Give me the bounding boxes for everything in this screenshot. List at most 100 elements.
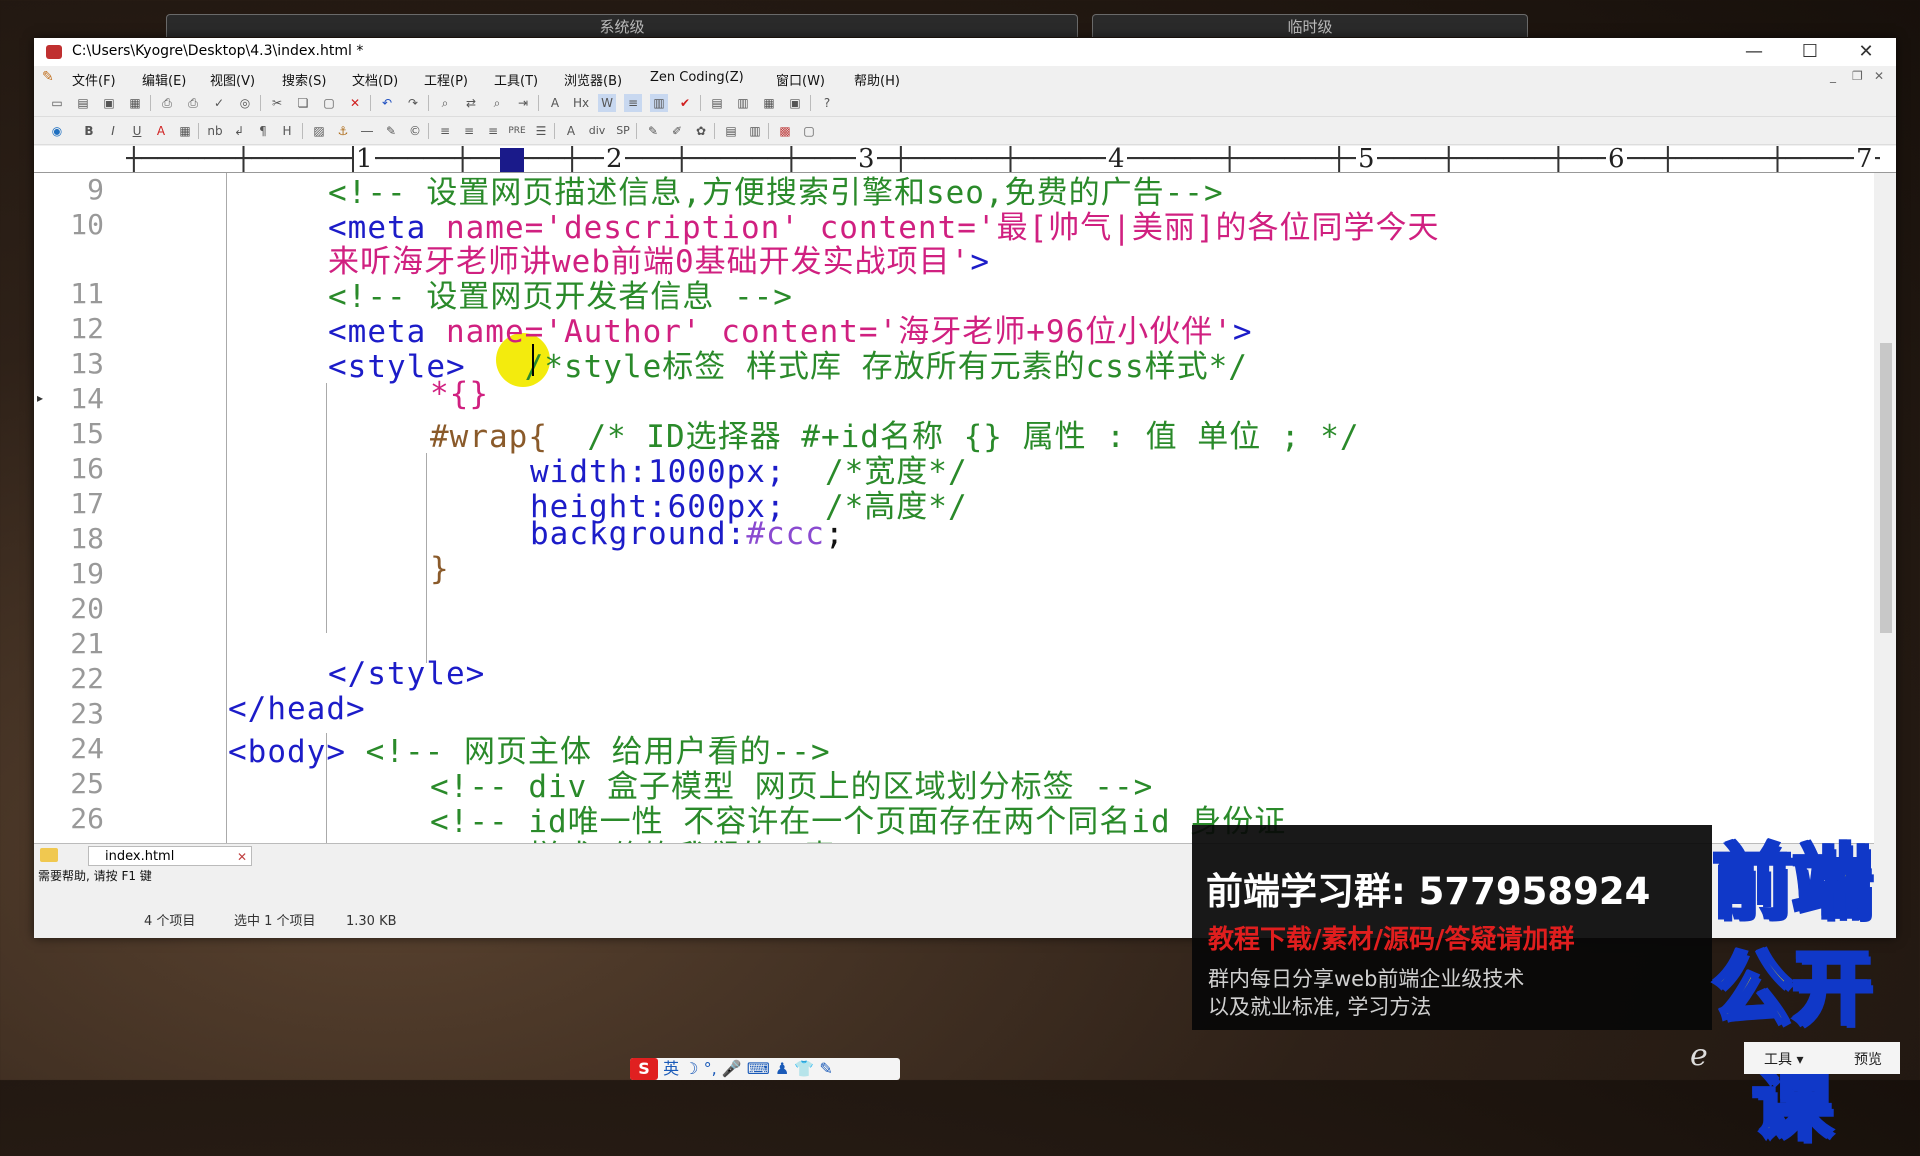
- menu-project[interactable]: 工程(P): [424, 70, 468, 89]
- frame-icon[interactable]: ▢: [800, 122, 818, 140]
- print-icon[interactable]: ⎙: [184, 94, 202, 112]
- code-line-19: }: [430, 551, 450, 587]
- hex-icon[interactable]: Hx: [572, 94, 590, 112]
- italic-icon[interactable]: I: [104, 122, 122, 140]
- mdi-minimize-button[interactable]: _: [1830, 69, 1836, 83]
- close-icon[interactable]: ✕: [237, 847, 247, 867]
- menu-file[interactable]: 文件(F): [72, 70, 116, 89]
- align-right-icon[interactable]: ≡: [484, 122, 502, 140]
- find-icon[interactable]: ⌕: [436, 94, 454, 112]
- save-all-icon[interactable]: ▦: [126, 94, 144, 112]
- code-editor[interactable]: 9 10 11 12 13 14 15 16 17 18 19 20 21 22…: [34, 173, 1874, 843]
- menu-tools[interactable]: 工具(T): [494, 70, 538, 89]
- checkmark-icon[interactable]: ✔: [676, 94, 694, 112]
- new-file-icon[interactable]: ▭: [48, 94, 66, 112]
- menu-zen-coding[interactable]: Zen Coding(Z): [650, 70, 744, 85]
- redo-icon[interactable]: ↷: [404, 94, 422, 112]
- preview-icon[interactable]: ◎: [236, 94, 254, 112]
- menu-search[interactable]: 搜索(S): [282, 70, 326, 89]
- vertical-scrollbar[interactable]: [1876, 173, 1896, 893]
- font-color-icon[interactable]: A: [152, 122, 170, 140]
- menu-help[interactable]: 帮助(H): [854, 70, 900, 89]
- title-bar: C:\Users\Kyogre\Desktop\4.3\index.html *…: [34, 38, 1896, 66]
- replace-icon[interactable]: ⇄: [462, 94, 480, 112]
- code-token: <body>: [228, 734, 346, 770]
- ruler-number: 5: [1356, 146, 1377, 173]
- table-icon[interactable]: ▤: [722, 122, 740, 140]
- css-icon[interactable]: ✿: [692, 122, 710, 140]
- copy-icon[interactable]: ❏: [294, 94, 312, 112]
- underline-icon[interactable]: U: [128, 122, 146, 140]
- menu-document[interactable]: 文档(D): [352, 70, 398, 89]
- color-picker-icon[interactable]: ▩: [776, 122, 794, 140]
- image-icon[interactable]: ▨: [310, 122, 328, 140]
- paragraph-icon[interactable]: ¶: [254, 122, 272, 140]
- close-button[interactable]: ✕: [1838, 38, 1894, 66]
- line-numbers-icon[interactable]: ≡: [624, 94, 642, 112]
- cut-icon[interactable]: ✂: [268, 94, 286, 112]
- ruler-icon[interactable]: ▥: [650, 94, 668, 112]
- table-wizard-icon[interactable]: ▥: [746, 122, 764, 140]
- delete-icon[interactable]: ✕: [346, 94, 364, 112]
- anchor-icon[interactable]: ⚓: [334, 122, 352, 140]
- line-number: 18: [70, 522, 104, 555]
- folder-icon[interactable]: [40, 848, 58, 862]
- preview-button[interactable]: 预览: [1854, 1049, 1882, 1069]
- edit-icon[interactable]: ✎: [382, 122, 400, 140]
- menu-browser[interactable]: 浏览器(B): [564, 70, 622, 89]
- line-number: 16: [70, 452, 104, 485]
- ie-browser-icon[interactable]: e: [1690, 1038, 1730, 1074]
- code-line-18: background:#ccc;: [530, 516, 845, 552]
- ime-logo-icon[interactable]: S: [630, 1058, 658, 1080]
- mdi-close-button[interactable]: ✕: [1874, 69, 1884, 83]
- line-number: 12: [70, 312, 104, 345]
- hr-icon[interactable]: ―: [358, 122, 376, 140]
- tools-dropdown[interactable]: 工具 ▾: [1764, 1049, 1803, 1069]
- highlighter-icon[interactable]: ✐: [668, 122, 686, 140]
- comment-icon[interactable]: ©: [406, 122, 424, 140]
- list-icon[interactable]: ☰: [532, 122, 550, 140]
- selected-count: 选中 1 个项目: [234, 914, 316, 929]
- find-files-icon[interactable]: ⌕: [488, 94, 506, 112]
- font-icon[interactable]: A: [546, 94, 564, 112]
- maximize-button[interactable]: ☐: [1782, 38, 1838, 66]
- minimize-button[interactable]: —: [1726, 38, 1782, 66]
- window-list-icon[interactable]: ▦: [760, 94, 778, 112]
- align-left-icon[interactable]: ≡: [436, 122, 454, 140]
- menu-view[interactable]: 视图(V): [210, 70, 255, 89]
- promo-highlight: 教程下载/素材/源码/答疑请加群: [1208, 925, 1575, 955]
- wordwrap-icon[interactable]: W: [598, 94, 616, 112]
- scrollbar-thumb[interactable]: [1880, 343, 1892, 633]
- globe-icon[interactable]: ◉: [48, 122, 66, 140]
- ime-status[interactable]: 英 ☽ °, 🎤 ⌨ ♟ 👕 ✎: [663, 1059, 833, 1078]
- window-fullscreen-icon[interactable]: ▣: [786, 94, 804, 112]
- desktop-tab-temp: 临时级: [1092, 14, 1528, 37]
- tab-index-html[interactable]: index.html ✕: [88, 846, 252, 866]
- print-preview-icon[interactable]: ⎙: [158, 94, 176, 112]
- save-icon[interactable]: ▣: [100, 94, 118, 112]
- window-cascade-icon[interactable]: ▥: [734, 94, 752, 112]
- heading-icon[interactable]: H: [278, 122, 296, 140]
- paste-icon[interactable]: ▢: [320, 94, 338, 112]
- context-help-icon[interactable]: ?: [818, 94, 836, 112]
- bold-icon[interactable]: B: [80, 122, 98, 140]
- mdi-restore-button[interactable]: ❐: [1852, 69, 1863, 83]
- toolbar-standard: ▭ ▤ ▣ ▦ ⎙ ⎙ ✓ ◎ ✂ ❏ ▢ ✕ ↶ ↷ ⌕ ⇄ ⌕ ⇥ A Hx…: [34, 90, 1896, 117]
- span-icon[interactable]: SP: [614, 122, 632, 140]
- menu-edit[interactable]: 编辑(E): [142, 70, 186, 89]
- ime-toolbar[interactable]: S 英 ☽ °, 🎤 ⌨ ♟ 👕 ✎: [630, 1058, 900, 1080]
- nbsp-icon[interactable]: nb: [206, 122, 224, 140]
- div-icon[interactable]: div: [588, 122, 606, 140]
- pre-icon[interactable]: PRE: [508, 122, 526, 140]
- goto-line-icon[interactable]: ⇥: [514, 94, 532, 112]
- undo-icon[interactable]: ↶: [378, 94, 396, 112]
- text-icon[interactable]: A: [562, 122, 580, 140]
- color-grid-icon[interactable]: ▦: [176, 122, 194, 140]
- menu-window[interactable]: 窗口(W): [776, 70, 825, 89]
- window-tile-icon[interactable]: ▤: [708, 94, 726, 112]
- line-break-icon[interactable]: ↲: [230, 122, 248, 140]
- align-center-icon[interactable]: ≡: [460, 122, 478, 140]
- open-folder-icon[interactable]: ▤: [74, 94, 92, 112]
- form-icon[interactable]: ✎: [644, 122, 662, 140]
- spellcheck-icon[interactable]: ✓: [210, 94, 228, 112]
